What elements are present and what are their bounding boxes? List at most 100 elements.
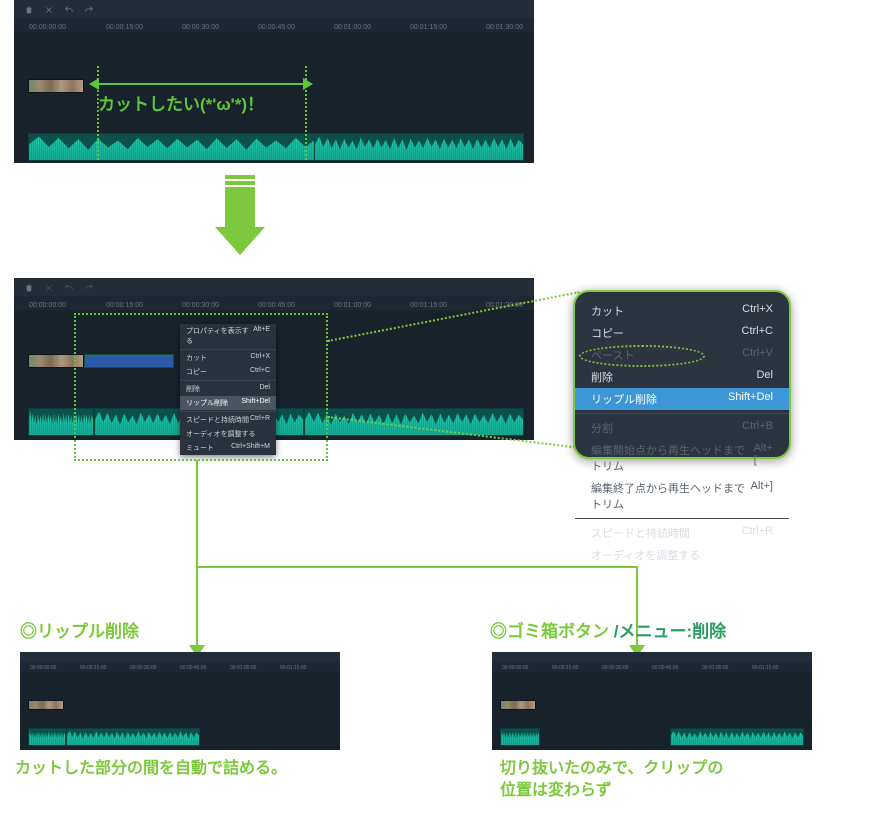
video-clip[interactable] (28, 700, 64, 710)
menu-item-speed[interactable]: スピードと持続時間 Ctrl+R (575, 522, 789, 544)
menu-item-delete[interactable]: 削除 Del (575, 366, 789, 388)
menu-item-audio-adjust[interactable]: オーディオを調整する (575, 544, 789, 566)
audio-clip-segment[interactable]: Ryan Jones - Javanka (314, 133, 524, 161)
annotation-selection-box (74, 313, 328, 461)
trash-icon[interactable] (24, 4, 34, 14)
time-ruler[interactable]: 00:00:00:00 00:00:15:00 00:00:30:00 00:0… (492, 662, 812, 672)
menu-separator (575, 413, 789, 414)
timeline-toolbar[interactable] (14, 0, 534, 18)
annotation-cut-text: カットしたい(*'ω'*)！ (98, 90, 264, 115)
ruler-mark: 00:00:45:00 (258, 24, 295, 31)
ruler-mark: 00:00:45:00 (258, 302, 295, 309)
audio-clip[interactable] (500, 728, 540, 746)
menu-label: 削除 (591, 369, 613, 385)
waveform-icon (671, 729, 803, 745)
ruler-mark: 00:01:15:00 (280, 665, 306, 671)
audio-clip[interactable] (66, 728, 200, 746)
title-sub-text: /メニュー:削除 (614, 622, 726, 641)
waveform-icon (501, 729, 539, 745)
ruler-mark: 00:00:00:00 (29, 24, 66, 31)
menu-item-copy[interactable]: コピー Ctrl+C (575, 322, 789, 344)
ruler-mark: 00:01:30:00 (486, 24, 523, 31)
timeline-toolbar[interactable] (492, 652, 812, 662)
audio-clip[interactable] (28, 728, 66, 746)
scissors-icon[interactable] (44, 282, 54, 292)
ruler-mark: 00:00:15:00 (552, 665, 578, 671)
menu-item-cut[interactable]: カット Ctrl+X (575, 300, 789, 322)
menu-shortcut: Del (756, 369, 773, 385)
time-ruler[interactable]: 00:00:00:00 00:00:15:00 00:00:30:00 00:0… (14, 18, 534, 32)
menu-label: 編集開始点から再生ヘッドまでトリム (591, 442, 754, 474)
waveform-icon (29, 729, 65, 745)
ruler-mark: 00:00:30:00 (182, 302, 219, 309)
video-clip[interactable] (500, 700, 536, 710)
ruler-mark: 00:00:15:00 (106, 24, 143, 31)
menu-item-split: 分割 Ctrl+B (575, 417, 789, 439)
menu-shortcut: Shift+Del (728, 391, 773, 407)
context-menu[interactable]: カット Ctrl+X コピー Ctrl+C ペースト Ctrl+V 削除 Del… (575, 300, 789, 566)
undo-icon[interactable] (64, 4, 74, 14)
menu-label: 分割 (591, 420, 613, 436)
timeline-tracks[interactable] (20, 672, 340, 750)
result-title-trash-delete: ◎ゴミ箱ボタン /メニュー:削除 (490, 617, 726, 642)
ruler-mark: 00:00:45:00 (652, 665, 678, 671)
ruler-mark: 00:00:00:00 (30, 665, 56, 671)
timeline-toolbar[interactable] (20, 652, 340, 662)
menu-item-trim-end: 編集終了点から再生ヘッドまでトリム Alt+] (575, 477, 789, 515)
ruler-mark: 00:01:15:00 (410, 24, 447, 31)
ruler-mark: 00:00:15:00 (80, 665, 106, 671)
ruler-mark: 00:00:30:00 (602, 665, 628, 671)
timeline-tracks[interactable]: Ryan Jones - Javanka カットしたい(*'ω'*)！ Ryan… (14, 32, 534, 162)
flow-arrow-down-icon (215, 175, 265, 255)
redo-icon[interactable] (84, 4, 94, 14)
menu-shortcut: Ctrl+R (742, 525, 773, 541)
redo-icon[interactable] (84, 282, 94, 292)
undo-icon[interactable] (64, 282, 74, 292)
waveform-icon (305, 409, 523, 435)
menu-shortcut: Ctrl+X (742, 303, 773, 319)
ruler-mark: 00:00:15:00 (106, 302, 143, 309)
title-text: リップル削除 (37, 622, 139, 641)
timeline-editor-result-ripple: 00:00:00:00 00:00:15:00 00:00:30:00 00:0… (20, 652, 340, 747)
ruler-mark: 00:00:00:00 (502, 665, 528, 671)
ruler-mark: 00:00:30:00 (130, 665, 156, 671)
desc-line: 切り抜いたのみで、クリップの (500, 760, 723, 777)
result-desc-delete: 切り抜いたのみで、クリップの 位置は変わらず (500, 758, 723, 803)
waveform-icon (67, 729, 199, 745)
menu-item-paste: ペースト Ctrl+V (575, 344, 789, 366)
menu-shortcut: Ctrl+B (742, 420, 773, 436)
menu-label: ペースト (591, 347, 634, 363)
audio-clip[interactable]: Ryan Jones - Javanka (304, 408, 524, 436)
flow-connector-line (196, 566, 198, 646)
ruler-mark: 00:01:00:00 (334, 24, 371, 31)
menu-label: スピードと持続時間 (591, 525, 690, 541)
flow-connector-line (196, 460, 198, 566)
bullet-icon: ◎ (490, 622, 507, 641)
cut-range-arrow-icon (97, 83, 305, 85)
menu-item-ripple-delete[interactable]: リップル削除 Shift+Del (575, 388, 789, 410)
bullet-icon: ◎ (20, 622, 37, 641)
trash-icon[interactable] (24, 282, 34, 292)
scissors-icon[interactable] (44, 4, 54, 14)
time-ruler[interactable]: 00:00:00:00 00:00:15:00 00:00:30:00 00:0… (14, 296, 534, 310)
menu-shortcut: Alt+[ (754, 442, 773, 474)
menu-shortcut: Ctrl+V (742, 347, 773, 363)
audio-clip[interactable] (670, 728, 804, 746)
ruler-mark: 00:01:00:00 (334, 302, 371, 309)
context-menu-enlarged: カット Ctrl+X コピー Ctrl+C ペースト Ctrl+V 削除 Del… (573, 290, 791, 459)
ruler-mark: 00:01:00:00 (230, 665, 256, 671)
video-clip[interactable] (28, 79, 84, 93)
result-title-ripple-delete: ◎リップル削除 (20, 617, 139, 642)
ruler-mark: 00:00:00:00 (29, 302, 66, 309)
timeline-editor-before: 00:00:00:00 00:00:15:00 00:00:30:00 00:0… (14, 0, 534, 163)
ruler-mark: 00:01:00:00 (702, 665, 728, 671)
menu-shortcut: Alt+] (751, 480, 773, 512)
timeline-tracks[interactable] (492, 672, 812, 750)
timeline-toolbar[interactable] (14, 278, 534, 296)
ruler-mark: 00:00:30:00 (182, 24, 219, 31)
menu-shortcut: Ctrl+C (742, 325, 773, 341)
flow-connector-line (196, 566, 638, 568)
time-ruler[interactable]: 00:00:00:00 00:00:15:00 00:00:30:00 00:0… (20, 662, 340, 672)
ruler-mark: 00:01:15:00 (410, 302, 447, 309)
menu-label: カット (591, 303, 624, 319)
